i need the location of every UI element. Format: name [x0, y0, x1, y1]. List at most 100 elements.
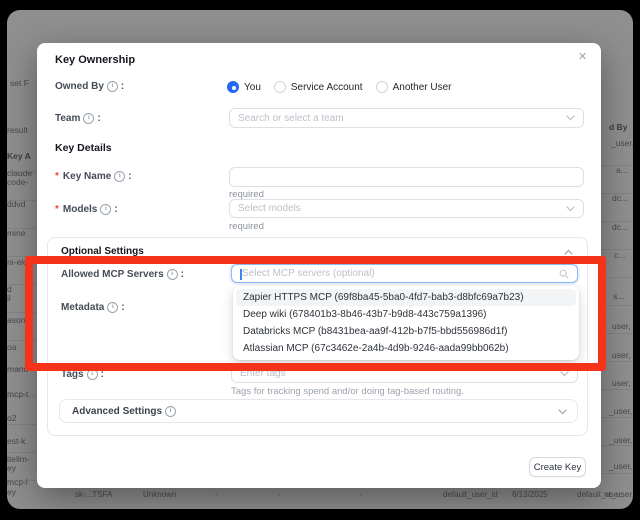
team-select[interactable]: Search or select a team — [229, 108, 584, 128]
chevron-down-icon — [558, 409, 567, 415]
team-select-placeholder: Search or select a team — [238, 113, 344, 124]
radio-option-label: Another User — [393, 82, 452, 93]
tags-select-placeholder: Enter tags — [240, 368, 286, 379]
tags-help-text: Tags for tracking spend and/or doing tag… — [231, 386, 464, 397]
team-label-text: Team — [55, 113, 80, 124]
background-text-fragment: ason2 — [7, 315, 30, 325]
radio-option-label: You — [244, 82, 261, 93]
background-text-fragment: ni-elo — [7, 257, 28, 267]
chevron-down-icon — [566, 115, 575, 121]
radio-option-another-user[interactable]: Another User — [376, 81, 452, 93]
background-text-fragment: oa — [7, 342, 16, 352]
label-colon: : — [128, 171, 131, 182]
background-text-fragment: mcp-l — [7, 477, 28, 487]
metadata-label: Metadatai: — [61, 302, 125, 313]
required-mark: * — [55, 204, 59, 215]
background-text-fragment: dc... — [612, 193, 628, 203]
mcp-dropdown: Zapier HTTPS MCP (69f8ba45-5ba0-4fd7-bab… — [233, 286, 579, 360]
allowed-mcp-label: Allowed MCP Serversi: — [61, 269, 184, 280]
models-select-placeholder: Select models — [238, 203, 301, 214]
background-text-fragment: - — [278, 490, 281, 500]
create-key-modal: Key Ownership ✕ Owned Byi: YouService Ac… — [37, 43, 601, 488]
background-text-fragment: Unknown — [143, 490, 176, 500]
mcp-server-option[interactable]: Zapier HTTPS MCP (69f8ba45-5ba0-4fd7-bab… — [236, 289, 576, 306]
tags-select[interactable]: Enter tags — [231, 364, 578, 383]
background-text-fragment: _user, — [609, 406, 632, 416]
mcp-server-option[interactable]: Atlassian MCP (67c3462e-2a4b-4d9b-9246-a… — [236, 340, 576, 357]
models-label-text: Models — [63, 204, 97, 215]
label-colon: : — [114, 204, 117, 215]
background-text-fragment: code- — [7, 177, 28, 187]
label-colon: : — [121, 302, 124, 313]
background-text-fragment: o2 — [7, 413, 16, 423]
background-text-fragment: sk-...TSFA — [75, 490, 112, 500]
key-name-label: * Key Namei: — [55, 171, 132, 182]
background-text-fragment: mine — [7, 228, 25, 238]
background-text-fragment: d By — [609, 122, 627, 132]
background-text-fragment: s... — [613, 291, 624, 301]
radio-option-you[interactable]: You — [227, 81, 261, 93]
background-text-fragment: default_user_id — [443, 490, 498, 500]
team-label: Teami: — [55, 113, 101, 124]
metadata-label-text: Metadata — [61, 302, 104, 313]
radio-selected-icon[interactable] — [227, 81, 239, 93]
allowed-mcp-select[interactable]: Select MCP servers (optional) — [231, 264, 578, 283]
radio-option-service-account[interactable]: Service Account — [274, 81, 363, 93]
background-text-fragment: manu — [7, 364, 28, 374]
background-text-fragment: - — [215, 490, 218, 500]
background-text-fragment: c... — [614, 250, 625, 260]
mcp-server-option[interactable]: Databricks MCP (b8431bea-aa9f-412b-b7f5-… — [236, 323, 576, 340]
radio-option-label: Service Account — [291, 82, 363, 93]
advanced-settings-panel[interactable]: Advanced Settingsi — [59, 399, 578, 423]
radio-unselected-icon[interactable] — [274, 81, 286, 93]
background-text-fragment: user, — [612, 321, 630, 331]
label-colon: : — [97, 113, 100, 124]
background-text-fragment: il — [7, 293, 11, 303]
background-text-fragment: user, — [612, 350, 630, 360]
tags-label: Tagsi: — [61, 369, 104, 380]
key-name-input[interactable] — [229, 167, 584, 187]
models-required-hint: required — [229, 221, 264, 232]
info-icon: i — [167, 269, 178, 280]
chevron-down-icon — [566, 206, 575, 212]
required-mark: * — [55, 171, 59, 182]
optional-settings-heading[interactable]: Optional Settings — [61, 246, 144, 257]
info-icon: i — [83, 113, 94, 124]
info-icon: i — [87, 369, 98, 380]
tags-label-text: Tags — [61, 369, 84, 380]
background-text-fragment: result — [7, 125, 28, 135]
advanced-settings-label-text: Advanced Settings — [72, 406, 162, 417]
search-icon — [559, 269, 569, 279]
background-text-fragment: ddvd — [7, 199, 25, 209]
radio-unselected-icon[interactable] — [376, 81, 388, 93]
create-key-button[interactable]: Create Key — [529, 457, 586, 477]
info-icon: i — [114, 171, 125, 182]
background-text-fragment: 6/13/2025 — [512, 490, 548, 500]
owned-by-radio-group: You Service Account Another User — [227, 80, 452, 94]
models-select[interactable]: Select models — [229, 199, 584, 218]
background-text-fragment: ey — [7, 487, 16, 497]
background-text-fragment: _user, — [609, 435, 632, 445]
background-text-fragment: _user, — [609, 461, 632, 471]
background-text-fragment: user, — [612, 378, 630, 388]
background-text-fragment: ey — [7, 463, 16, 473]
mcp-server-option[interactable]: Deep wiki (678401b3-8b46-43b7-b9d8-443c7… — [236, 306, 576, 323]
label-colon: : — [121, 81, 124, 92]
background-text-fragment: dc... — [612, 222, 628, 232]
info-icon: i — [165, 406, 176, 417]
chevron-up-icon[interactable] — [564, 249, 573, 255]
info-icon: i — [100, 204, 111, 215]
chevron-down-icon — [560, 371, 569, 377]
key-name-label-text: Key Name — [63, 171, 111, 182]
background-text-fragment: mcp-t — [7, 389, 28, 399]
close-icon[interactable]: ✕ — [578, 52, 587, 63]
allowed-mcp-placeholder: Select MCP servers (optional) — [240, 268, 375, 279]
allowed-mcp-label-text: Allowed MCP Servers — [61, 269, 164, 280]
modal-title: Key Ownership — [55, 54, 135, 66]
models-label: * Modelsi: — [55, 204, 118, 215]
owned-by-label-text: Owned By — [55, 81, 104, 92]
key-details-heading: Key Details — [55, 142, 112, 154]
info-icon: i — [107, 81, 118, 92]
label-colon: : — [101, 369, 104, 380]
background-text-fragment: Key A — [7, 151, 31, 161]
